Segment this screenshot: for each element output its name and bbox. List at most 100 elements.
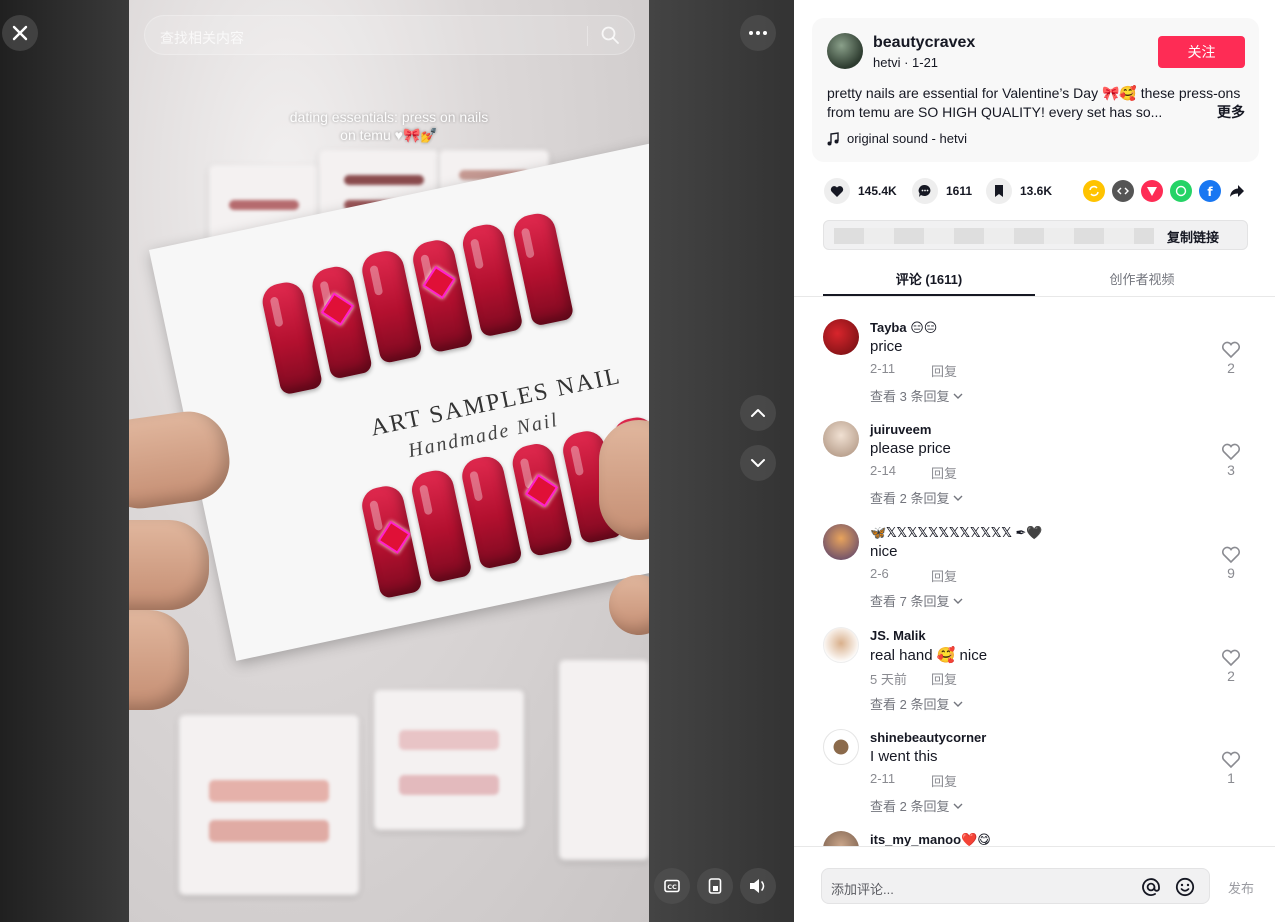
send-icon[interactable]	[1141, 180, 1163, 202]
like-comment-icon[interactable]	[1221, 546, 1241, 564]
panel-tabs: 评论 (1611) 创作者视频	[794, 258, 1275, 297]
comment-count: 1611	[946, 184, 973, 198]
like-comment-icon[interactable]	[1221, 649, 1241, 667]
comment-like-count: 3	[1227, 462, 1235, 478]
whatsapp-icon[interactable]	[1170, 180, 1192, 202]
search-input[interactable]: 查找相关内容	[144, 15, 635, 55]
blur-stripe	[209, 780, 329, 802]
chevron-down-icon	[751, 459, 765, 467]
commenter-name[interactable]: its_my_manoo❤️😋	[870, 832, 991, 846]
finger	[129, 610, 189, 710]
like-button[interactable]: 145.4K	[824, 178, 897, 204]
comment-like-count: 1	[1227, 770, 1235, 786]
follow-button[interactable]: 关注	[1158, 36, 1245, 68]
reply-button[interactable]: 回复	[931, 566, 957, 585]
heart-icon	[824, 178, 850, 204]
active-tab-indicator	[823, 294, 1035, 296]
like-comment-icon[interactable]	[1221, 341, 1241, 359]
comment-like-count: 9	[1227, 565, 1235, 581]
like-comment-icon[interactable]	[1221, 751, 1241, 769]
emoji-icon[interactable]	[1174, 876, 1196, 898]
blur-stripe	[209, 820, 329, 842]
chevron-down-icon	[953, 598, 963, 604]
tab-comments[interactable]: 评论 (1611)	[823, 269, 1035, 288]
share-link-row[interactable]: 复制链接	[823, 220, 1248, 250]
comment-date: 2-11	[870, 361, 896, 376]
commenter-avatar[interactable]	[823, 729, 859, 765]
more-button[interactable]: 更多	[1211, 103, 1245, 122]
commenter-avatar[interactable]	[823, 831, 859, 846]
share-url	[834, 228, 1154, 244]
share-arrow-icon[interactable]	[1226, 180, 1248, 202]
finger	[129, 520, 209, 610]
speaker-icon	[750, 879, 765, 893]
comment-text: nice	[870, 543, 898, 560]
dot-icon	[756, 31, 760, 35]
comment-date: 5 天前	[870, 672, 907, 687]
author-card: beautycravex hetvi · 1-21 关注 pretty nail…	[812, 18, 1259, 162]
save-count: 13.6K	[1020, 184, 1053, 198]
dot-icon	[763, 31, 767, 35]
reply-button[interactable]: 回复	[931, 463, 957, 482]
comment-item: juiruveem please price 2-14 回复 查看 2 条回复 …	[823, 399, 1263, 506]
comment-text: I went this	[870, 748, 938, 765]
like-comment-icon[interactable]	[1221, 443, 1241, 461]
commenter-name[interactable]: JS. Malik	[870, 628, 926, 643]
sound-name: original sound - hetvi	[847, 131, 967, 146]
finger	[599, 420, 649, 540]
reply-button[interactable]: 回复	[931, 361, 957, 380]
video-backdrop-left	[0, 0, 129, 922]
captions-button[interactable]: CC	[654, 868, 690, 904]
commenter-avatar[interactable]	[823, 524, 859, 560]
blur-stripe	[399, 730, 499, 750]
nail-box-blur	[374, 690, 524, 830]
volume-button[interactable]	[740, 868, 776, 904]
tab-creator-videos[interactable]: 创作者视频	[1036, 269, 1248, 288]
comment-like-count: 2	[1227, 360, 1235, 376]
commenter-avatar[interactable]	[823, 627, 859, 663]
close-button[interactable]	[2, 15, 38, 51]
sound-link[interactable]: original sound - hetvi	[827, 131, 967, 146]
embed-icon[interactable]	[1112, 180, 1134, 202]
author-avatar[interactable]	[827, 33, 863, 69]
blur-stripe	[229, 200, 299, 210]
music-note-icon	[827, 131, 839, 145]
video-player[interactable]: ART SAMPLES NAIL Handmade Nail dating es…	[0, 0, 794, 922]
chevron-down-icon	[953, 495, 963, 501]
mention-icon[interactable]	[1140, 876, 1162, 898]
comment-button[interactable]: 1611	[912, 178, 972, 204]
picture-in-picture-button[interactable]	[697, 868, 733, 904]
commenter-name[interactable]: 🦋𝕏𝕏𝕏𝕏𝕏𝕏𝕏𝕏𝕏𝕏𝕏𝕏 ✒🖤	[870, 525, 1043, 541]
search-divider	[587, 26, 588, 46]
comment-composer: 添加评论... 发布	[794, 846, 1275, 922]
description-text: pretty nails are essential for Valentine…	[827, 85, 1241, 120]
comment-date: 2-6	[870, 566, 889, 581]
comment-list[interactable]: Tayba 😑😑 price 2-11 回复 查看 3 条回复 2 juiruv…	[794, 297, 1275, 846]
commenter-name[interactable]: Tayba 😑😑	[870, 320, 937, 336]
pip-icon	[708, 878, 722, 894]
search-icon[interactable]	[600, 25, 620, 45]
commenter-name[interactable]: juiruveem	[870, 422, 931, 437]
copy-link-button[interactable]: 复制链接	[1167, 227, 1219, 246]
search-placeholder: 查找相关内容	[160, 30, 244, 46]
commenter-avatar[interactable]	[823, 421, 859, 457]
repost-icon[interactable]	[1083, 180, 1105, 202]
save-button[interactable]: 13.6K	[986, 178, 1052, 204]
comment-item: JS. Malik real hand 🥰 nice 5 天前 回复 查看 2 …	[823, 605, 1263, 712]
facebook-icon[interactable]: f	[1199, 180, 1221, 202]
reply-button[interactable]: 回复	[931, 669, 957, 688]
commenter-avatar[interactable]	[823, 319, 859, 355]
post-comment-button[interactable]: 发布	[1228, 878, 1254, 897]
next-video-button[interactable]	[740, 445, 776, 481]
chevron-up-icon	[751, 409, 765, 417]
comment-input[interactable]: 添加评论...	[821, 868, 1210, 904]
video-caption: dating essentials: press on nails on tem…	[289, 109, 489, 143]
commenter-name[interactable]: shinebeautycorner	[870, 730, 986, 745]
comment-text: price	[870, 338, 903, 355]
svg-text:f: f	[1207, 185, 1213, 198]
more-options-button[interactable]	[740, 15, 776, 51]
author-name[interactable]: beautycravex	[873, 34, 975, 52]
reply-button[interactable]: 回复	[931, 771, 957, 790]
comment-icon	[912, 178, 938, 204]
previous-video-button[interactable]	[740, 395, 776, 431]
